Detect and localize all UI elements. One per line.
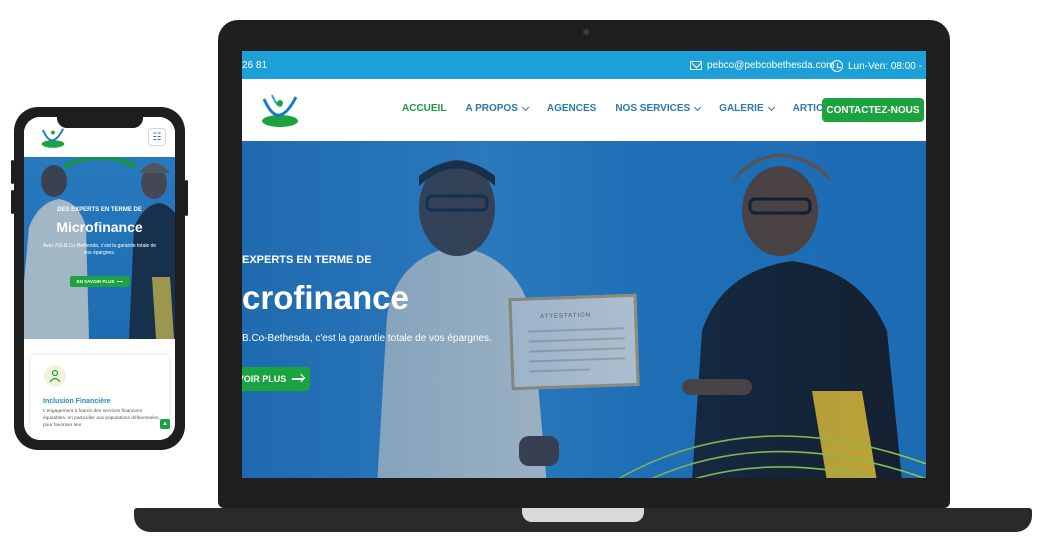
- hero-subtitle: B.Co-Bethesda, c'est la garantie totale …: [242, 333, 492, 344]
- email-text: pebco@pebcobethesda.com: [707, 60, 835, 71]
- mobile-hero-subtitle: Avec P.E.B.Co-Bethesda, c'est la garanti…: [42, 243, 157, 256]
- phone-notch: [57, 117, 143, 128]
- service-card[interactable]: Inclusion Financière L'engagement à four…: [31, 355, 169, 440]
- hero-title: crofinance: [242, 279, 409, 316]
- phone-volume-button: [11, 160, 14, 184]
- nav-item-a-propos[interactable]: A PROPOS: [465, 103, 529, 114]
- service-card-title: Inclusion Financière: [43, 398, 111, 405]
- contact-us-button[interactable]: CONTACTEZ-NOUS: [822, 98, 924, 122]
- arrow-right-icon: [292, 378, 305, 380]
- hero-banner: ATTESTATION: [242, 141, 926, 478]
- phone-number[interactable]: 26 81: [242, 60, 267, 71]
- see-more-button[interactable]: VOIR PLUS: [242, 367, 310, 391]
- pebco-logo-icon[interactable]: [258, 91, 302, 129]
- mail-icon: [690, 61, 702, 70]
- laptop-trackpad-notch: [522, 508, 644, 522]
- hero-kicker: EXPERTS EN TERME DE: [242, 254, 372, 266]
- laptop-camera: [583, 29, 589, 35]
- nav-menu: ACCUEIL A PROPOS AGENCES NOS SERVICES GA…: [402, 103, 843, 114]
- mockup-stage: 26 81 pebco@pebcobethesda.com Lun-Ven: 0…: [0, 0, 1044, 560]
- learn-more-label: EN SAVOIR PLUS: [76, 279, 115, 284]
- phone-power-button: [185, 180, 188, 216]
- chevron-down-icon: [694, 103, 702, 111]
- nav-item-agences[interactable]: AGENCES: [547, 103, 596, 114]
- hamburger-menu-icon[interactable]: ☷: [148, 128, 166, 146]
- nav-item-galerie[interactable]: GALERIE: [719, 103, 775, 114]
- mobile-hero: DES EXPERTS EN TERME DE Microfinance Ave…: [24, 157, 175, 339]
- chevron-down-icon: [521, 103, 529, 111]
- nav-item-accueil[interactable]: ACCUEIL: [402, 103, 446, 114]
- arrow-right-icon: [117, 281, 124, 282]
- nav-item-nos-services[interactable]: NOS SERVICES: [615, 103, 702, 114]
- opening-hours: Lun-Ven: 08:00 - 17: [831, 60, 926, 72]
- see-more-label: VOIR PLUS: [242, 374, 287, 384]
- mobile-hero-kicker: DES EXPERTS EN TERME DE: [57, 207, 142, 213]
- phone-volume-button: [11, 190, 14, 214]
- hours-text: Lun-Ven: 08:00 - 17: [848, 60, 926, 72]
- scroll-to-top-icon[interactable]: ▲: [160, 419, 170, 429]
- main-navbar: ACCUEIL A PROPOS AGENCES NOS SERVICES GA…: [242, 79, 926, 141]
- inclusion-icon: [44, 365, 66, 387]
- service-card-text: L'engagement à fournir des services fina…: [43, 409, 160, 428]
- laptop-screen: 26 81 pebco@pebcobethesda.com Lun-Ven: 0…: [242, 51, 926, 478]
- email-contact[interactable]: pebco@pebcobethesda.com: [690, 60, 834, 71]
- clock-icon: [831, 60, 843, 72]
- pebco-logo-icon[interactable]: [39, 125, 67, 149]
- top-info-bar: 26 81 pebco@pebcobethesda.com Lun-Ven: 0…: [242, 51, 926, 79]
- phone-screen: ☷ DES EXPERTS EN TERME DE Microfinance A…: [24, 117, 175, 440]
- learn-more-button[interactable]: EN SAVOIR PLUS: [70, 276, 130, 287]
- chevron-down-icon: [767, 103, 775, 111]
- mobile-hero-title: Microfinance: [56, 219, 143, 235]
